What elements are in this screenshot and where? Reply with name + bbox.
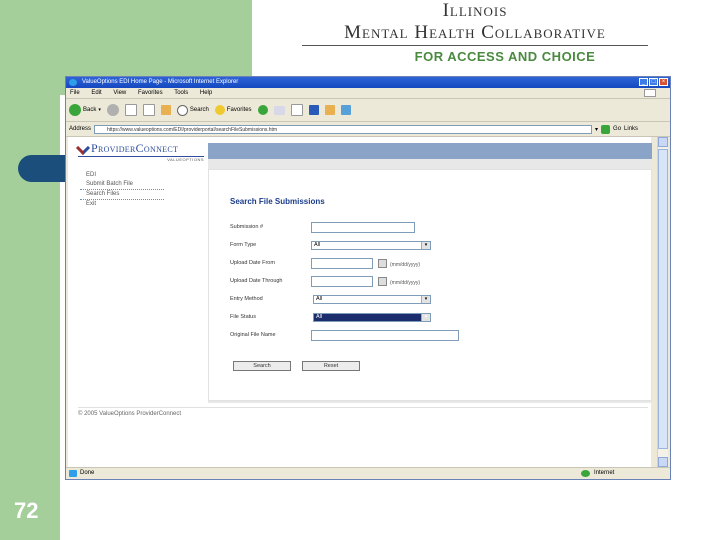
scroll-thumb[interactable] (658, 149, 668, 449)
edit-icon[interactable] (308, 105, 319, 115)
internet-zone-icon (581, 470, 590, 477)
menu-file[interactable]: File (70, 90, 80, 96)
collaborative-logo: Illinois Mental Health Collaborative FOR… (290, 0, 660, 70)
chevron-down-icon: ▾ (421, 242, 430, 249)
search-button[interactable]: Search (233, 361, 291, 371)
stop-icon[interactable] (124, 104, 137, 116)
status-bar: Done Internet (66, 467, 670, 479)
file-status-value: All (316, 314, 323, 320)
ie-icon (69, 79, 77, 86)
go-arrow-icon[interactable] (601, 124, 611, 134)
back-label: Back (83, 107, 97, 113)
scroll-up-icon[interactable] (658, 137, 668, 147)
back-dropdown-icon[interactable]: ▾ (98, 107, 101, 113)
menu-edit[interactable]: Edit (91, 90, 101, 96)
nav-item-submit-batch[interactable]: Submit Batch File (80, 180, 164, 190)
forward-arrow-icon[interactable] (106, 104, 119, 116)
footer-divider (78, 407, 648, 408)
chevron-down-icon: ▾ (421, 296, 430, 303)
star-icon (214, 105, 225, 115)
window-controls: _ □ × (639, 78, 668, 86)
entry-method-label: Entry Method (230, 296, 263, 302)
close-icon[interactable]: × (659, 78, 668, 86)
mail-icon[interactable] (273, 105, 285, 115)
status-text: Done (80, 470, 95, 476)
menu-view[interactable]: View (113, 90, 126, 96)
form-type-select[interactable]: All ▾ (311, 241, 431, 250)
history-icon[interactable] (257, 105, 268, 115)
browser-window: ValueOptions EDI Home Page - Microsoft I… (65, 76, 671, 480)
upload-through-format: (mm/dd/yyyy) (390, 280, 420, 286)
entry-method-select[interactable]: All ▾ (313, 295, 431, 304)
favorites-button[interactable]: Favorites (214, 105, 252, 115)
entry-method-value: All (316, 296, 323, 302)
logo-line-3: FOR ACCESS AND CHOICE (414, 49, 596, 64)
home-icon[interactable] (160, 105, 171, 115)
upload-from-label: Upload Date From (230, 260, 275, 266)
chevron-down-icon: ▾ (421, 314, 430, 321)
brand-name: ProviderConnect (78, 141, 204, 157)
menu-tools[interactable]: Tools (174, 90, 188, 96)
submission-input[interactable] (311, 222, 415, 233)
header-band (208, 143, 652, 159)
refresh-icon[interactable] (142, 104, 155, 116)
page-content: ProviderConnect VALUEOPTIONS EDI Submit … (68, 137, 652, 467)
menu-help[interactable]: Help (200, 90, 212, 96)
side-nav: EDI Submit Batch File Search Files Exit (80, 171, 164, 209)
go-label[interactable]: Go (613, 126, 621, 132)
upload-from-format: (mm/dd/yyyy) (390, 262, 420, 268)
submission-label: Submission # (230, 224, 264, 230)
form-type-label: Form Type (230, 242, 257, 248)
search-button[interactable]: Search (176, 104, 209, 116)
browser-toolbar: Back ▾ Search Favorites (66, 99, 670, 122)
logo-line-2: Mental Health Collaborative (302, 22, 648, 46)
menu-bar: File Edit View Favorites Tools Help (66, 88, 670, 99)
window-title: ValueOptions EDI Home Page - Microsoft I… (82, 79, 239, 85)
original-file-input[interactable] (311, 330, 459, 341)
file-status-select[interactable]: All ▾ (313, 313, 431, 322)
links-label[interactable]: Links (624, 126, 638, 132)
messenger-icon[interactable] (340, 105, 351, 115)
upload-through-input[interactable] (311, 276, 373, 287)
magnifier-icon (176, 104, 188, 116)
scroll-down-icon[interactable] (658, 457, 668, 467)
print-icon[interactable] (290, 104, 303, 116)
reset-button[interactable]: Reset (302, 361, 360, 371)
back-arrow-icon (69, 104, 81, 116)
original-file-label: Original File Name (230, 332, 276, 338)
window-titlebar[interactable]: ValueOptions EDI Home Page - Microsoft I… (66, 77, 670, 88)
menu-favorites[interactable]: Favorites (138, 90, 163, 96)
windows-flag-icon (644, 89, 656, 97)
logo-line-1: Illinois (442, 0, 508, 21)
page-icon (69, 470, 77, 477)
minimize-icon[interactable]: _ (639, 78, 648, 86)
address-input[interactable]: https://www.valueoptions.com/EDI/provide… (94, 124, 593, 134)
folder-icon[interactable] (324, 105, 335, 115)
nav-item-edi[interactable]: EDI (80, 171, 164, 180)
zone-text: Internet (594, 470, 615, 476)
address-label: Address (69, 126, 92, 132)
nav-item-exit[interactable]: Exit (80, 200, 164, 209)
vertical-scrollbar[interactable] (657, 137, 668, 467)
brand-sub: VALUEOPTIONS (167, 157, 204, 162)
page-title: Search File Submissions (230, 197, 325, 206)
calendar-icon[interactable] (378, 277, 387, 286)
form-type-value: All (314, 242, 321, 248)
address-dropdown-icon[interactable]: ▾ (595, 126, 598, 133)
search-label: Search (189, 107, 209, 113)
footer-copyright: © 2005 ValueOptions ProviderConnect (78, 411, 182, 417)
calendar-icon[interactable] (378, 259, 387, 268)
nav-item-search-files[interactable]: Search Files (80, 190, 164, 200)
slide-side-bar (0, 0, 60, 540)
address-bar: Address https://www.valueoptions.com/EDI… (66, 122, 670, 137)
maximize-icon[interactable]: □ (649, 78, 658, 86)
slide-number: 72 (14, 498, 39, 523)
back-button[interactable]: Back ▾ (69, 104, 101, 116)
providerconnect-logo: ProviderConnect VALUEOPTIONS (75, 140, 204, 162)
upload-from-input[interactable] (311, 258, 373, 269)
file-status-label: File Status (230, 314, 256, 320)
upload-through-label: Upload Date Through (230, 278, 283, 284)
favorites-label: Favorites (226, 107, 252, 113)
